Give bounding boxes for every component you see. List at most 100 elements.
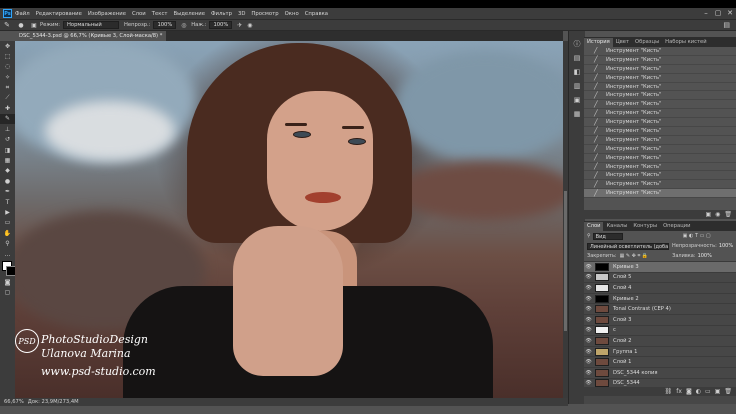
gradient-tool-icon[interactable]: ▦ [0,155,15,165]
history-item[interactable]: ╱ Инструмент "Кисть" [584,100,736,110]
history-item[interactable]: ╱ Инструмент "Кисть" [584,171,736,181]
delete-icon[interactable]: 🗑 [724,211,732,218]
layer-row[interactable]: 👁 Кривые 3 [584,262,736,273]
menu-text[interactable]: Текст [152,11,168,17]
marquee-tool-icon[interactable]: ⬚ [0,51,15,61]
history-item[interactable]: ╱ Инструмент "Кисть" [584,136,736,145]
menu-filter[interactable]: Фильтр [211,11,232,17]
history-item[interactable]: ╱ Инструмент "Кисть" [584,47,736,56]
visibility-eye-icon[interactable]: 👁 [584,327,593,333]
visibility-eye-icon[interactable]: 👁 [584,274,593,280]
lasso-tool-icon[interactable]: ◌ [0,62,15,72]
history-item[interactable]: ╱ Инструмент "Кисть" [584,118,736,128]
delete-layer-icon[interactable]: 🗑 [724,388,732,395]
menu-3d[interactable]: 3D [238,11,245,17]
workspace-icon[interactable]: ▤ [723,21,730,29]
new-document-from-state-icon[interactable]: ▣ [705,211,711,218]
layer-row[interactable]: 👁 Слой 4 [584,283,736,294]
filter-search-icon[interactable]: ⚲ [587,233,591,239]
document-tab[interactable]: DSC_5344-3.psd @ 66,7% (Кривые 3, Слой-м… [15,31,167,41]
menu-file[interactable]: Файл [15,11,30,17]
layer-row[interactable]: 👁 Кривые 2 [584,294,736,305]
visibility-eye-icon[interactable]: 👁 [584,370,593,376]
new-layer-icon[interactable]: ▣ [715,388,721,395]
crop-tool-icon[interactable]: ⌗ [0,83,15,93]
history-item[interactable]: ╱ Инструмент "Кисть" [584,74,736,83]
styles-icon[interactable]: ▣ [569,93,585,107]
eyedropper-tool-icon[interactable]: ⟋ [0,93,15,103]
more-tools-icon[interactable]: … [0,249,15,259]
pen-tool-icon[interactable]: ✒ [0,186,15,196]
add-mask-icon[interactable]: ◙ [686,388,692,395]
menu-window[interactable]: Окно [285,11,299,17]
tab-channels[interactable]: Каналы [603,222,630,231]
filter-type-icons[interactable]: ▣ ◐ T ▭ ▢ [683,233,711,239]
healing-tool-icon[interactable]: ✚ [0,103,15,113]
tab-brush-presets[interactable]: Наборы кистей [662,38,709,47]
zoom-tool-icon[interactable]: ⚲ [0,238,15,248]
history-item[interactable]: ╱ Инструмент "Кисть" [584,91,736,101]
tab-swatches[interactable]: Образцы [632,38,662,47]
blend-mode-select[interactable]: Линейный осветлитель (добавить) [587,242,669,250]
quick-mask-icon[interactable]: ◙ [0,277,15,287]
brush-tool-icon[interactable]: ✎ [0,113,15,125]
tab-layers[interactable]: Слои [584,222,604,231]
layer-row[interactable]: 👁 Слой 3 [584,315,736,326]
swatches-icon[interactable]: ▦ [569,107,585,121]
canvas-image[interactable]: PSD PhotoStudioDesign Ulanova Marina www… [15,41,563,398]
color-swatches[interactable] [0,259,16,277]
visibility-eye-icon[interactable]: 👁 [584,359,593,365]
tablet-size-icon[interactable]: ◉ [247,22,257,29]
adjustments-icon[interactable]: ◧ [569,65,585,79]
history-item[interactable]: ╱ Инструмент "Кисть" [584,154,736,163]
shape-tool-icon[interactable]: ▭ [0,218,15,228]
blur-tool-icon[interactable]: ◆ [0,166,15,176]
layer-row[interactable]: 👁 с [584,326,736,337]
visibility-eye-icon[interactable]: 👁 [584,296,593,302]
layer-row[interactable]: 👁 Слой 2 [584,336,736,347]
visibility-eye-icon[interactable]: 👁 [584,317,593,323]
type-tool-icon[interactable]: T [0,197,15,207]
layer-style-icon[interactable]: fx [676,388,682,395]
move-tool-icon[interactable]: ✥ [0,41,15,51]
menu-layers[interactable]: Слои [132,11,146,17]
layer-opacity-value[interactable]: 100% [719,243,733,249]
new-group-icon[interactable]: ▭ [705,388,711,395]
layer-row[interactable]: 👁 Слой 1 [584,357,736,368]
history-icon[interactable]: ▤ [569,51,585,65]
close-icon[interactable]: ✕ [724,8,736,19]
maximize-icon[interactable]: ▢ [712,8,724,19]
dodge-tool-icon[interactable]: ● [0,176,15,186]
history-item[interactable]: ╱ Инструмент "Кисть" [584,65,736,74]
history-item[interactable]: ╱ Инструмент "Кисть" [584,56,736,65]
fill-value[interactable]: 100% [698,253,712,259]
snapshot-icon[interactable]: ◉ [715,211,720,218]
menu-view[interactable]: Просмотр [251,11,278,17]
menu-select[interactable]: Выделение [173,11,205,17]
link-layers-icon[interactable]: ⛓ [665,388,673,395]
menu-edit[interactable]: Редактирование [36,11,82,17]
history-item[interactable]: ╱ Инструмент "Кисть" [584,180,736,190]
mode-select[interactable]: Нормальный [63,21,120,29]
menu-help[interactable]: Справка [305,11,328,17]
airbrush-icon[interactable]: ✈ [237,22,247,29]
opacity-input[interactable]: 100% [153,21,177,29]
layer-row[interactable]: 👁 Tonal Contrast (CEP 4) [584,304,736,315]
eraser-tool-icon[interactable]: ◨ [0,145,15,155]
minimize-icon[interactable]: – [700,8,712,19]
visibility-eye-icon[interactable]: 👁 [584,349,593,355]
brush-panel-icon[interactable]: ▣ [28,22,40,29]
tab-color[interactable]: Цвет [613,38,632,47]
layer-row[interactable]: 👁 Группа 1 [584,347,736,358]
visibility-eye-icon[interactable]: 👁 [584,380,593,386]
tab-paths[interactable]: Контуры [630,222,660,231]
tab-actions[interactable]: Операции [660,222,693,231]
history-item[interactable]: ╱ Инструмент "Кисть" [584,189,736,199]
history-item[interactable]: ╱ Инструмент "Кисть" [584,145,736,154]
zoom-level[interactable]: 66,67% [4,399,24,405]
menu-image[interactable]: Изображение [88,11,126,17]
screen-mode-icon[interactable]: ▢ [0,288,15,298]
tab-history[interactable]: История [584,38,613,47]
stamp-tool-icon[interactable]: ⊥ [0,124,15,134]
scroll-thumb[interactable] [564,191,567,331]
